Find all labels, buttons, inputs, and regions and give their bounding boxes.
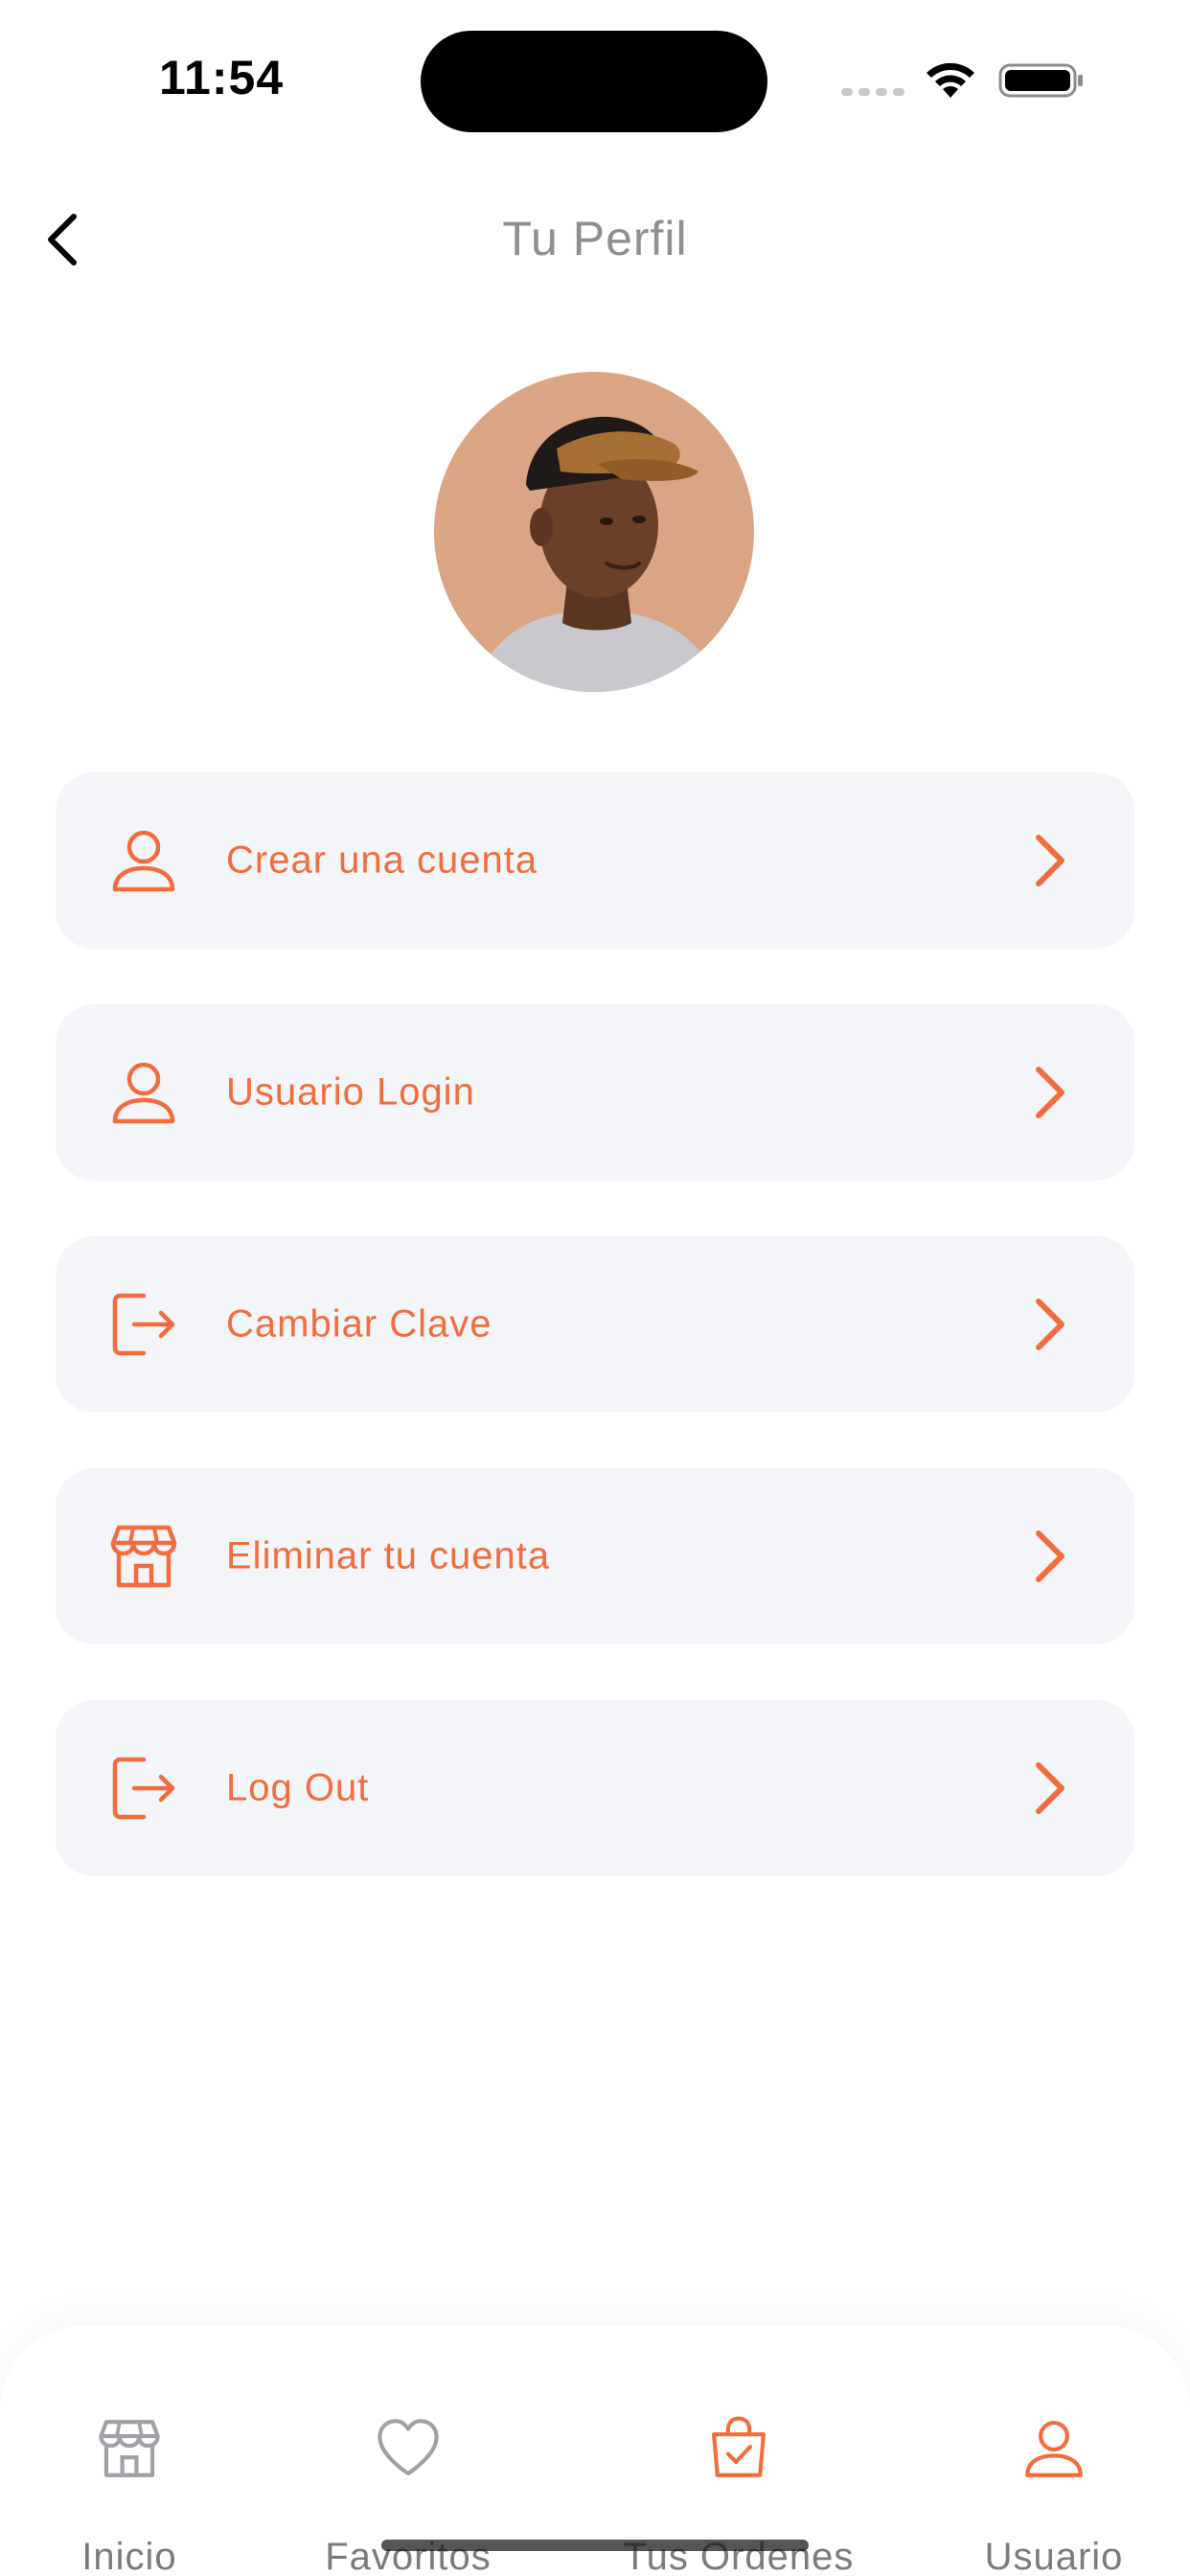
tab-inicio[interactable]: Inicio <box>0 2325 273 2576</box>
user-photo <box>434 372 754 692</box>
profile-screen: 11:54 Tu Perfil Crear una cuenta Usuario… <box>0 0 1190 2576</box>
tab-usuario[interactable]: Usuario <box>910 2325 1190 2576</box>
logout-icon <box>112 1757 175 1820</box>
chevron-right-icon <box>1036 1067 1064 1118</box>
menu-item-delete-account[interactable]: Eliminar tu cuenta <box>56 1468 1134 1644</box>
user-icon <box>112 1062 175 1124</box>
store-icon <box>110 1525 177 1588</box>
store-icon <box>99 2420 160 2477</box>
dynamic-island <box>421 31 767 132</box>
menu-item-log-out[interactable]: Log Out <box>56 1700 1134 1876</box>
bottom-tab-bar: Inicio Favoritos Tus Ordenes Usuario <box>0 2325 1190 2576</box>
chevron-right-icon <box>1036 1762 1064 1814</box>
home-indicator <box>381 2540 809 2551</box>
battery-icon <box>998 63 1083 98</box>
menu-item-label: Eliminar tu cuenta <box>226 1534 551 1577</box>
menu-item-change-password[interactable]: Cambiar Clave <box>56 1236 1134 1413</box>
avatar[interactable] <box>434 372 754 692</box>
user-icon <box>1025 2421 1083 2477</box>
menu-item-label: Log Out <box>226 1766 370 1809</box>
tab-favoritos[interactable]: Favoritos <box>264 2325 552 2576</box>
menu-item-create-account[interactable]: Crear una cuenta <box>56 772 1134 949</box>
wifi-icon <box>927 62 974 98</box>
page-title: Tu Perfil <box>502 212 688 265</box>
tab-tus-ordenes[interactable]: Tus Ordenes <box>595 2325 882 2576</box>
menu-item-label: Cambiar Clave <box>226 1302 492 1346</box>
bag-check-icon <box>712 2416 766 2477</box>
chevron-right-icon <box>1036 1530 1064 1582</box>
menu-item-user-login[interactable]: Usuario Login <box>56 1004 1134 1181</box>
heart-icon <box>378 2419 439 2475</box>
chevron-right-icon <box>1036 1299 1064 1350</box>
chevron-right-icon <box>1036 835 1064 886</box>
user-icon <box>112 830 175 892</box>
menu-item-label: Crear una cuenta <box>226 839 538 882</box>
logout-icon <box>112 1293 175 1356</box>
tab-label: Inicio <box>81 2536 177 2576</box>
tab-label: Usuario <box>984 2536 1124 2576</box>
menu-item-label: Usuario Login <box>226 1070 475 1114</box>
cellular-signal-icon <box>841 88 904 96</box>
status-time: 11:54 <box>159 51 285 104</box>
